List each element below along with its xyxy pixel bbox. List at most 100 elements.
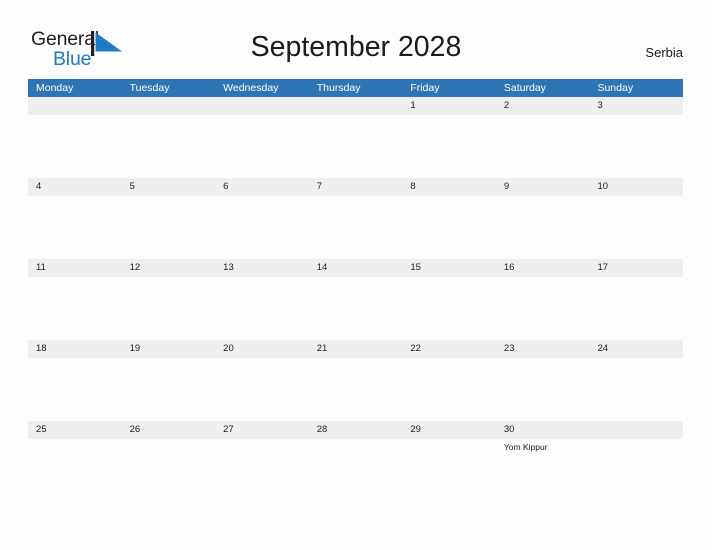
day-number: 11 (36, 262, 46, 273)
calendar-day-cell[interactable]: 20 (215, 340, 309, 421)
day-number: 24 (597, 343, 609, 354)
weekday-header-tuesday: Tuesday (129, 82, 170, 94)
day-events (597, 439, 683, 442)
calendar-day-cell[interactable]: 4 (28, 178, 122, 259)
calendar-day-cell[interactable]: 8 (402, 178, 496, 259)
day-number: 29 (410, 424, 421, 435)
calendar-day-cell[interactable] (122, 97, 216, 178)
calendar-day-cell[interactable]: 21 (309, 340, 403, 421)
calendar-day-cell[interactable] (28, 97, 122, 178)
calendar-day-cell[interactable]: 3 (589, 97, 683, 178)
calendar-day-cell[interactable]: 9 (496, 178, 590, 259)
calendar-grid: Monday Tuesday Wednesday Thursday Friday… (28, 79, 683, 502)
calendar-day-cell[interactable] (589, 421, 683, 502)
day-number (36, 97, 122, 115)
calendar-day-cell[interactable]: 15 (402, 259, 496, 340)
day-events (130, 196, 216, 199)
day-number: 21 (316, 343, 328, 354)
day-number: 18 (36, 343, 47, 354)
calendar-day-cell[interactable]: 26 (122, 421, 216, 502)
day-event-label: Yom Kippur (503, 442, 548, 452)
day-events (317, 115, 403, 118)
day-number: 5 (129, 181, 135, 192)
weekday-header-sunday: Sunday (597, 82, 634, 94)
day-events (130, 115, 216, 118)
day-number: 7 (316, 181, 323, 192)
calendar-day-cell[interactable]: 27 (215, 421, 309, 502)
calendar-day-cell[interactable]: 5 (122, 178, 216, 259)
day-events (504, 358, 590, 361)
day-number: 12 (129, 262, 141, 273)
calendar-day-cell[interactable]: 24 (589, 340, 683, 421)
calendar-week-row: 11 12 13 14 15 16 17 (28, 259, 683, 340)
calendar-week-row: 18 19 20 21 22 23 24 (28, 340, 683, 421)
page-title: September 2028 (250, 31, 462, 63)
calendar-day-cell[interactable]: 28 (309, 421, 403, 502)
day-number: 16 (503, 262, 515, 273)
day-number: 2 (503, 100, 510, 111)
day-number: 15 (410, 262, 421, 273)
day-number: 27 (223, 424, 234, 435)
weekday-header-monday: Monday (36, 82, 74, 94)
weekday-header-thursday: Thursday (316, 82, 361, 94)
day-events (410, 439, 496, 442)
day-number: 10 (597, 181, 609, 192)
day-events (597, 277, 683, 280)
day-number: 30 (503, 424, 515, 435)
calendar-day-cell[interactable]: 23 (496, 340, 590, 421)
country-label: Serbia (645, 45, 683, 60)
day-events (223, 439, 309, 442)
calendar-week-row: 4 5 6 7 8 9 10 (28, 178, 683, 259)
weekday-header-friday: Friday (410, 82, 440, 94)
calendar-day-cell[interactable]: 12 (122, 259, 216, 340)
day-number: 4 (36, 181, 42, 192)
calendar-day-cell[interactable]: 11 (28, 259, 122, 340)
day-events (223, 277, 309, 280)
calendar-day-cell[interactable]: 30 Yom Kippur (496, 421, 590, 502)
calendar-day-cell[interactable]: 7 (309, 178, 403, 259)
day-number: 8 (410, 181, 416, 192)
day-events (223, 196, 309, 199)
day-events (597, 196, 683, 199)
day-number: 25 (36, 424, 47, 435)
calendar-day-cell[interactable]: 19 (122, 340, 216, 421)
calendar-day-cell[interactable]: 29 (402, 421, 496, 502)
calendar-day-cell[interactable]: 10 (589, 178, 683, 259)
calendar-day-cell[interactable]: 16 (496, 259, 590, 340)
day-events (410, 115, 496, 118)
calendar-day-cell[interactable]: 14 (309, 259, 403, 340)
calendar-week-row: 1 2 3 (28, 97, 683, 178)
day-number: 3 (597, 100, 603, 111)
calendar-day-cell[interactable]: 17 (589, 259, 683, 340)
calendar-week-row: 25 26 27 28 29 30 Yom Kippur (28, 421, 683, 502)
weekday-header-saturday: Saturday (503, 82, 546, 94)
calendar-day-cell[interactable]: 2 (496, 97, 590, 178)
day-events (223, 115, 309, 118)
calendar-day-cell[interactable]: 25 (28, 421, 122, 502)
day-number: 14 (316, 262, 328, 273)
calendar-day-cell[interactable] (309, 97, 403, 178)
calendar-day-cell[interactable]: 18 (28, 340, 122, 421)
day-events (317, 277, 403, 280)
day-events (36, 358, 122, 361)
day-events (36, 196, 122, 199)
day-number: 26 (129, 424, 141, 435)
calendar-day-cell[interactable]: 22 (402, 340, 496, 421)
day-events (504, 277, 590, 280)
day-events (410, 358, 496, 361)
day-events (597, 115, 683, 118)
day-number (223, 97, 309, 115)
day-events: Yom Kippur (504, 439, 590, 453)
day-events (504, 196, 590, 199)
day-events (36, 439, 122, 442)
calendar-day-cell[interactable] (215, 97, 309, 178)
day-number (597, 421, 683, 439)
weekday-header-wednesday: Wednesday (223, 82, 279, 94)
day-number: 20 (223, 343, 234, 354)
calendar-day-cell[interactable]: 6 (215, 178, 309, 259)
calendar-day-cell[interactable]: 1 (402, 97, 496, 178)
day-events (130, 358, 216, 361)
day-number: 6 (223, 181, 229, 192)
day-number: 9 (503, 181, 510, 192)
calendar-day-cell[interactable]: 13 (215, 259, 309, 340)
